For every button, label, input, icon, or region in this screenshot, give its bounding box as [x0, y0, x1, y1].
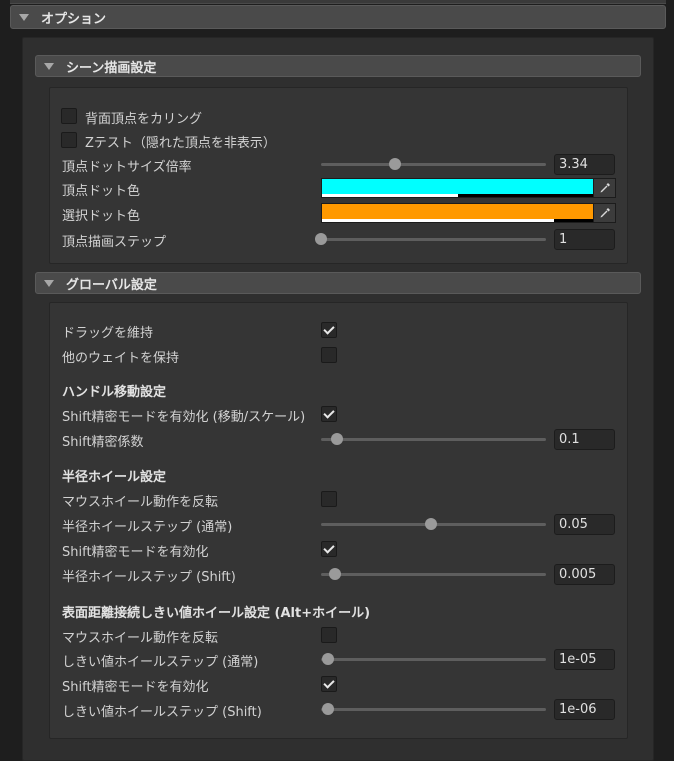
radius-shift-label: Shift精密モードを有効化	[62, 545, 209, 560]
scene-foldout[interactable]: シーン描画設定	[35, 55, 641, 77]
radius-step-shift-label: 半径ホイールステップ (Shift)	[62, 570, 236, 585]
threshold-shift-row[interactable]: Shift精密モードを有効化	[50, 672, 627, 696]
dot-size-slider-thumb[interactable]	[389, 158, 402, 170]
radius-step-field[interactable]: 0.05	[554, 514, 615, 535]
dot-color-label: 頂点ドット色	[62, 184, 141, 199]
threshold-step-shift-slider[interactable]	[321, 703, 546, 715]
handle-shift-row[interactable]: Shift精密モードを有効化 (移動/スケール)	[50, 402, 627, 426]
eyedropper-icon[interactable]	[593, 179, 615, 197]
dot-size-label: 頂点ドットサイズ倍率	[62, 160, 192, 175]
threshold-invert-checkbox[interactable]	[321, 627, 337, 643]
threshold-step-shift-slider-thumb[interactable]	[321, 703, 334, 715]
shift-factor-label: Shift精密係数	[62, 435, 144, 450]
radius-invert-label: マウスホイール動作を反転	[62, 495, 219, 510]
dot-size-row: 頂点ドットサイズ倍率 3.34	[50, 152, 627, 176]
radius-invert-row[interactable]: マウスホイール動作を反転	[50, 487, 627, 511]
radius-step-row: 半径ホイールステップ (通常) 0.05	[50, 512, 627, 536]
radius-step-slider-thumb[interactable]	[425, 518, 438, 530]
threshold-invert-label: マウスホイール動作を反転	[62, 631, 219, 646]
cull-backface-row[interactable]: 背面頂点をカリング	[50, 104, 627, 128]
shift-factor-row: Shift精密係数 0.1	[50, 427, 627, 451]
threshold-step-shift-field[interactable]: 1e-06	[554, 699, 615, 720]
draw-step-row: 頂点描画ステップ 1	[50, 227, 627, 251]
keep-weights-checkbox[interactable]	[321, 347, 337, 363]
global-title: グローバル設定	[66, 277, 157, 293]
threshold-invert-row[interactable]: マウスホイール動作を反転	[50, 623, 627, 647]
threshold-step-slider-thumb[interactable]	[321, 653, 334, 665]
eyedropper-icon[interactable]	[593, 204, 615, 222]
cull-backface-checkbox[interactable]	[61, 108, 77, 124]
ztest-label: Zテスト（隠れた頂点を非表示）	[85, 136, 276, 151]
handle-section-header: ハンドル移動設定	[62, 385, 167, 400]
global-panel: ドラッグを維持 他のウェイトを保持 ハンドル移動設定 Shift精密モードを有効…	[49, 302, 628, 739]
ztest-checkbox[interactable]	[61, 132, 77, 148]
shift-factor-slider-thumb[interactable]	[330, 433, 343, 445]
radius-shift-row[interactable]: Shift精密モードを有効化	[50, 537, 627, 561]
global-foldout[interactable]: グローバル設定	[35, 272, 641, 294]
options-foldout[interactable]: オプション	[10, 5, 666, 29]
dot-size-field[interactable]: 3.34	[554, 154, 615, 175]
threshold-step-shift-label: しきい値ホイールステップ (Shift)	[62, 705, 262, 720]
dot-color-swatch	[322, 179, 593, 194]
radius-shift-checkbox[interactable]	[321, 541, 337, 557]
scene-panel: 背面頂点をカリング Zテスト（隠れた頂点を非表示） 頂点ドットサイズ倍率 3.3…	[49, 87, 628, 264]
selected-color-swatch	[322, 204, 593, 219]
cull-backface-label: 背面頂点をカリング	[85, 112, 203, 127]
shift-factor-slider[interactable]	[321, 433, 546, 445]
radius-step-shift-field[interactable]: 0.005	[554, 564, 615, 585]
handle-shift-label: Shift精密モードを有効化 (移動/スケール)	[62, 410, 306, 425]
keep-drag-checkbox[interactable]	[321, 322, 337, 338]
selected-color-alpha-bar	[322, 219, 554, 222]
keep-weights-label: 他のウェイトを保持	[62, 351, 180, 366]
threshold-step-row: しきい値ホイールステップ (通常) 1e-05	[50, 647, 627, 671]
draw-step-field[interactable]: 1	[554, 229, 615, 250]
keep-drag-row[interactable]: ドラッグを維持	[50, 318, 627, 342]
threshold-step-shift-row: しきい値ホイールステップ (Shift) 1e-06	[50, 697, 627, 721]
dot-size-slider[interactable]	[321, 158, 546, 170]
radius-step-shift-slider[interactable]	[321, 568, 546, 580]
handle-shift-checkbox[interactable]	[321, 406, 337, 422]
options-panel: シーン描画設定 背面頂点をカリング Zテスト（隠れた頂点を非表示） 頂点ドットサ…	[22, 37, 654, 761]
keep-weights-row[interactable]: 他のウェイトを保持	[50, 343, 627, 367]
threshold-shift-checkbox[interactable]	[321, 676, 337, 692]
dot-color-field[interactable]	[321, 178, 616, 198]
selected-color-label: 選択ドット色	[62, 209, 141, 224]
top-edge	[10, 0, 666, 4]
draw-step-slider[interactable]	[315, 233, 546, 245]
threshold-section-header: 表面距離接続しきい値ホイール設定 (Alt+ホイール)	[62, 606, 371, 621]
radius-step-shift-row: 半径ホイールステップ (Shift) 0.005	[50, 562, 627, 586]
triangle-down-icon	[44, 279, 54, 287]
keep-drag-label: ドラッグを維持	[62, 326, 154, 341]
selected-color-field[interactable]	[321, 203, 616, 223]
triangle-down-icon	[44, 62, 54, 70]
draw-step-slider-thumb[interactable]	[315, 233, 327, 245]
shift-factor-field[interactable]: 0.1	[554, 429, 615, 450]
threshold-step-label: しきい値ホイールステップ (通常)	[62, 655, 259, 670]
threshold-step-field[interactable]: 1e-05	[554, 649, 615, 670]
threshold-step-slider[interactable]	[321, 653, 546, 665]
threshold-shift-label: Shift精密モードを有効化	[62, 680, 209, 695]
radius-invert-checkbox[interactable]	[321, 491, 337, 507]
selected-color-row: 選択ドット色	[50, 201, 627, 225]
radius-step-shift-slider-thumb[interactable]	[328, 568, 341, 580]
ztest-row[interactable]: Zテスト（隠れた頂点を非表示）	[50, 128, 627, 152]
radius-section-header: 半径ホイール設定	[62, 470, 167, 485]
dot-color-row: 頂点ドット色	[50, 176, 627, 200]
options-title: オプション	[41, 11, 107, 27]
dot-color-alpha-bar	[322, 194, 458, 197]
radius-step-slider[interactable]	[321, 518, 546, 530]
scene-title: シーン描画設定	[66, 60, 157, 76]
draw-step-label: 頂点描画ステップ	[62, 235, 167, 250]
triangle-down-icon	[19, 13, 29, 21]
radius-step-label: 半径ホイールステップ (通常)	[62, 520, 233, 535]
